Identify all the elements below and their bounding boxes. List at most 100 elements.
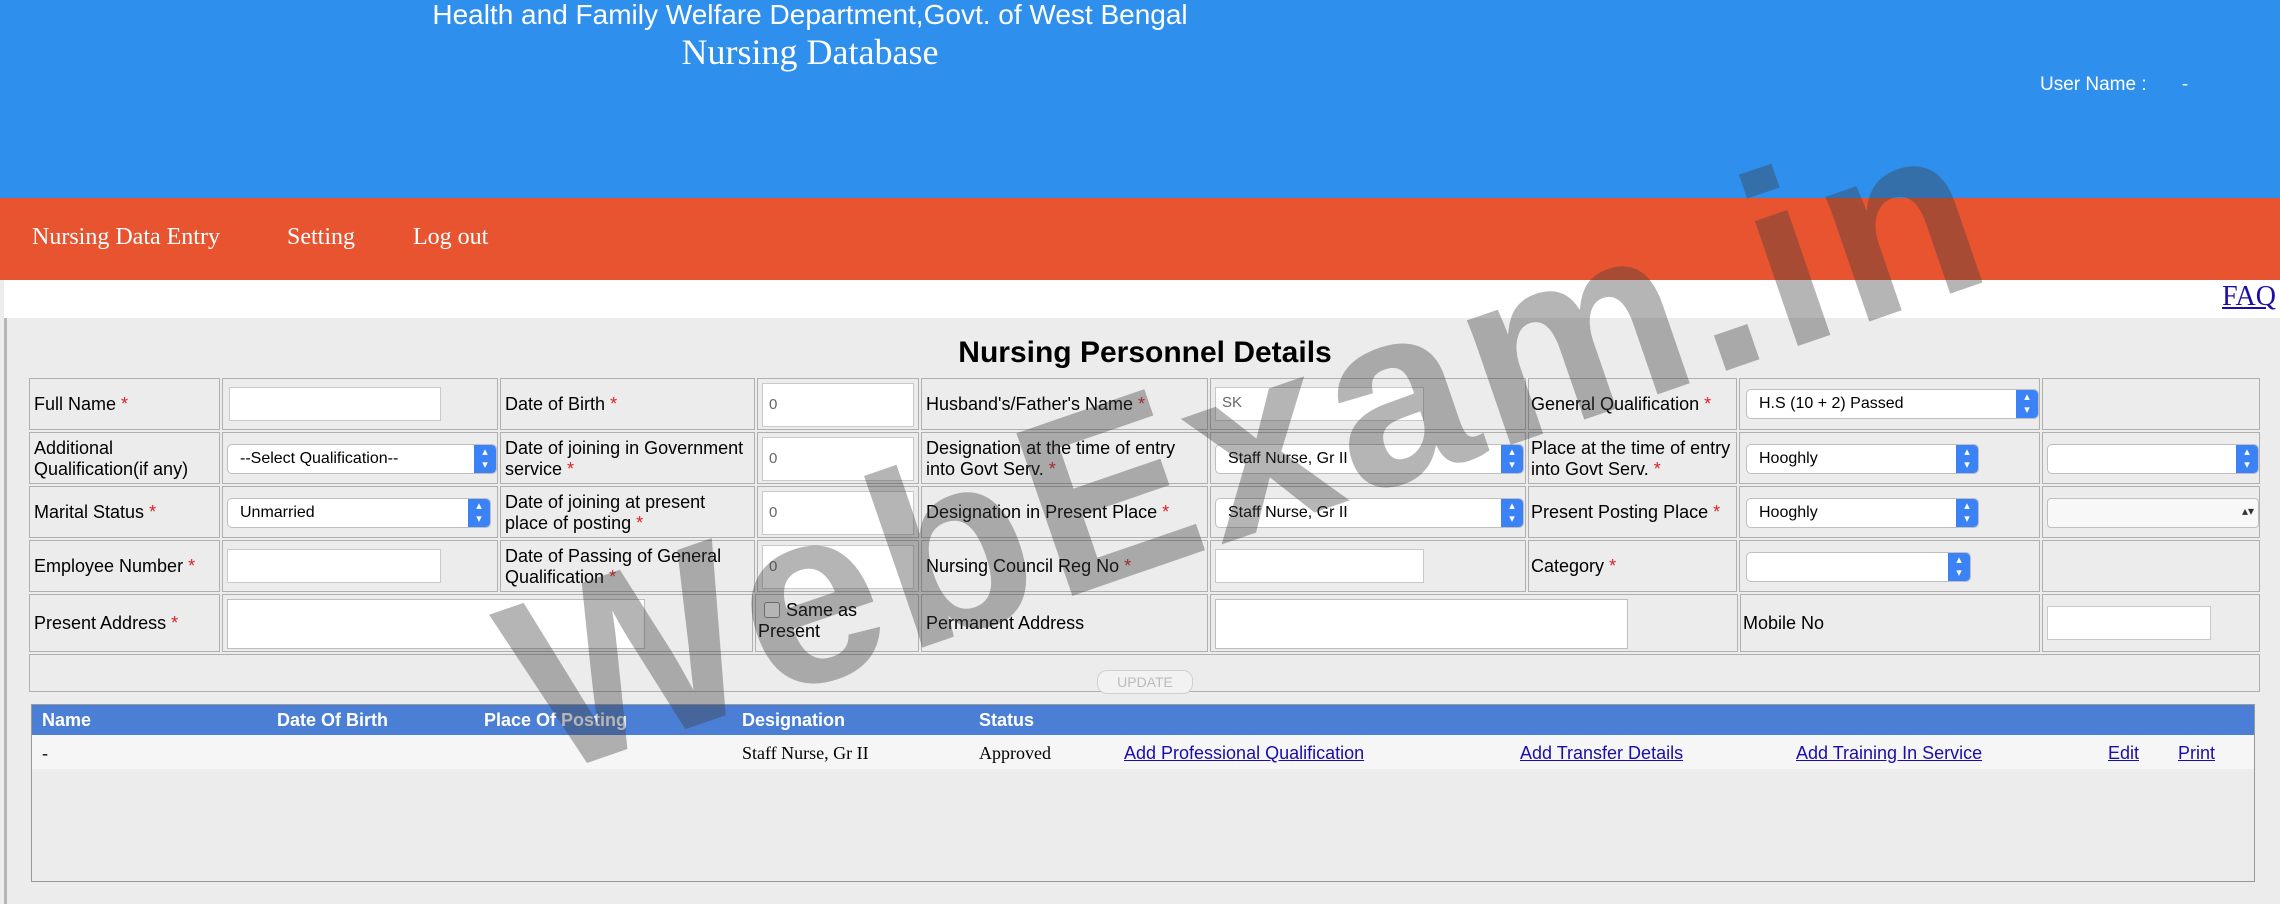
designation-entry-select[interactable]: Staff Nurse, Gr II ▴ ▾	[1215, 444, 1524, 474]
place-entry-extra-select[interactable]: ▴ ▾	[2047, 444, 2259, 474]
select-arrows-icon: ▴▾	[468, 499, 490, 527]
select-arrows-icon: ▴▾	[2236, 445, 2258, 473]
date-joining-govt-label-cell: Date of joining in Government service *	[500, 432, 755, 484]
date-passing-label: Date of Passing of General Qualification…	[505, 546, 722, 587]
marital-status-label-cell: Marital Status *	[29, 486, 220, 538]
empty-cell	[2042, 378, 2260, 430]
nursing-council-label: Nursing Council Reg No *	[926, 556, 1132, 576]
designation-present-select[interactable]: Staff Nurse, Gr II ▴ ▾	[1215, 498, 1524, 528]
print-link[interactable]: Print	[2178, 743, 2215, 764]
department-title: Health and Family Welfare Department,Gov…	[432, 0, 1188, 30]
category-label-cell: Category *	[1528, 540, 1737, 592]
row-name: -	[42, 743, 48, 763]
permanent-address-label-cell: Permanent Address	[921, 594, 1208, 652]
designation-present-label: Designation in Present Place *	[926, 502, 1170, 522]
place-entry-extra-cell: ▴ ▾	[2042, 432, 2260, 484]
category-select[interactable]: ▴ ▾	[1746, 552, 1971, 582]
select-arrows-icon: ▴▾	[2016, 390, 2038, 418]
nav-log-out[interactable]: Log out	[413, 224, 488, 251]
mobile-label: Mobile No	[1743, 613, 1825, 633]
mobile-cell	[2042, 594, 2260, 652]
date-passing-cell: 0	[757, 540, 919, 592]
permanent-address-label: Permanent Address	[926, 613, 1085, 633]
designation-entry-label-cell: Designation at the time of entry into Go…	[921, 432, 1208, 484]
present-posting-extra-cell: ▴▾	[2042, 486, 2260, 538]
general-qualification-select[interactable]: H.S (10 + 2) Passed ▴ ▾	[1746, 389, 2039, 419]
full-name-input[interactable]	[229, 387, 441, 421]
additional-qualification-cell: --Select Qualification-- ▴ ▾	[222, 432, 498, 484]
date-joining-present-input[interactable]: 0	[762, 491, 914, 535]
present-address-textarea[interactable]	[227, 599, 645, 649]
designation-present-cell: Staff Nurse, Gr II ▴ ▾	[1210, 486, 1526, 538]
grid-col-name: Name	[42, 710, 92, 730]
employee-number-label: Employee Number *	[34, 556, 196, 576]
grid-header: Name Date Of Birth Place Of Posting Desi…	[32, 705, 2254, 735]
place-entry-label-cell: Place at the time of entry into Govt Ser…	[1528, 432, 1737, 484]
husband-father-cell: SK	[1210, 378, 1526, 430]
select-arrows-icon: ▴▾	[1948, 553, 1970, 581]
page-header: Health and Family Welfare Department,Gov…	[0, 0, 2280, 198]
records-grid: Name Date Of Birth Place Of Posting Desi…	[31, 704, 2255, 882]
present-address-cell	[222, 594, 753, 652]
nursing-council-cell	[1210, 540, 1526, 592]
designation-present-label-cell: Designation in Present Place *	[921, 486, 1208, 538]
employee-number-cell	[222, 540, 498, 592]
date-joining-present-label: Date of joining at present place of post…	[505, 492, 706, 533]
form-title: Nursing Personnel Details	[958, 336, 1332, 369]
grid-col-designation: Designation	[742, 710, 846, 730]
mobile-input[interactable]	[2047, 606, 2211, 640]
nav-setting[interactable]: Setting	[287, 224, 355, 251]
date-passing-label-cell: Date of Passing of General Qualification…	[500, 540, 755, 592]
grid-col-dob: Date Of Birth	[277, 710, 389, 730]
marital-status-cell: Unmarried ▴ ▾	[222, 486, 498, 538]
nursing-council-input[interactable]	[1215, 549, 1424, 583]
dob-label: Date of Birth *	[505, 394, 618, 414]
husband-father-label: Husband's/Father's Name *	[926, 394, 1145, 414]
date-passing-input[interactable]: 0	[762, 545, 914, 589]
date-joining-govt-input[interactable]: 0	[762, 437, 914, 481]
app-title: Nursing Database	[681, 32, 939, 72]
dob-input[interactable]: 0	[762, 383, 914, 427]
update-button[interactable]: UPDATE	[1097, 670, 1193, 694]
empty-cell	[2042, 540, 2260, 592]
employee-number-label-cell: Employee Number *	[29, 540, 220, 592]
employee-number-input[interactable]	[227, 549, 441, 583]
select-arrows-icon: ▴▾	[1501, 499, 1523, 527]
faq-link[interactable]: FAQ	[2222, 281, 2276, 313]
place-entry-label: Place at the time of entry into Govt Ser…	[1531, 438, 1731, 479]
user-name-display: User Name : -	[2040, 74, 2188, 96]
marital-status-select[interactable]: Unmarried ▴ ▾	[227, 498, 491, 528]
designation-entry-cell: Staff Nurse, Gr II ▴ ▾	[1210, 432, 1526, 484]
husband-father-input[interactable]: SK	[1215, 387, 1424, 421]
nav-nursing-data-entry[interactable]: Nursing Data Entry	[32, 224, 220, 251]
present-address-label: Present Address *	[34, 613, 179, 633]
faq-strip: FAQ	[4, 280, 2280, 318]
present-posting-extra-select[interactable]: ▴▾	[2047, 498, 2259, 528]
full-name-cell	[222, 378, 498, 430]
select-arrows-icon: ▴▾	[2241, 504, 2254, 518]
present-posting-label-cell: Present Posting Place *	[1528, 486, 1737, 538]
husband-father-label-cell: Husband's/Father's Name *	[921, 378, 1208, 430]
present-posting-select[interactable]: Hooghly ▴ ▾	[1746, 498, 1979, 528]
edit-link[interactable]: Edit	[2108, 743, 2139, 764]
add-transfer-details-link[interactable]: Add Transfer Details	[1520, 743, 1683, 764]
place-entry-select[interactable]: Hooghly ▴ ▾	[1746, 444, 1979, 474]
add-professional-qualification-link[interactable]: Add Professional Qualification	[1124, 743, 1364, 764]
category-cell: ▴ ▾	[1739, 540, 2040, 592]
present-address-label-cell: Present Address *	[29, 594, 220, 652]
additional-qualification-label: Additional Qualification(if any)	[34, 438, 189, 479]
date-joining-govt-cell: 0	[757, 432, 919, 484]
dob-cell: 0	[757, 378, 919, 430]
additional-qualification-select[interactable]: --Select Qualification-- ▴ ▾	[227, 444, 497, 474]
marital-status-label: Marital Status *	[34, 502, 157, 522]
general-qualification-cell: H.S (10 + 2) Passed ▴ ▾	[1739, 378, 2040, 430]
full-name-label-cell: Full Name *	[29, 378, 220, 430]
user-name-value: -	[2181, 74, 2189, 95]
general-qualification-label-cell: General Qualification *	[1528, 378, 1737, 430]
select-arrows-icon: ▴▾	[1501, 445, 1523, 473]
add-training-in-service-link[interactable]: Add Training In Service	[1796, 743, 1982, 764]
permanent-address-cell	[1210, 594, 1738, 652]
select-arrows-icon: ▴▾	[1956, 499, 1978, 527]
permanent-address-textarea[interactable]	[1215, 599, 1628, 649]
category-label: Category *	[1531, 556, 1617, 576]
